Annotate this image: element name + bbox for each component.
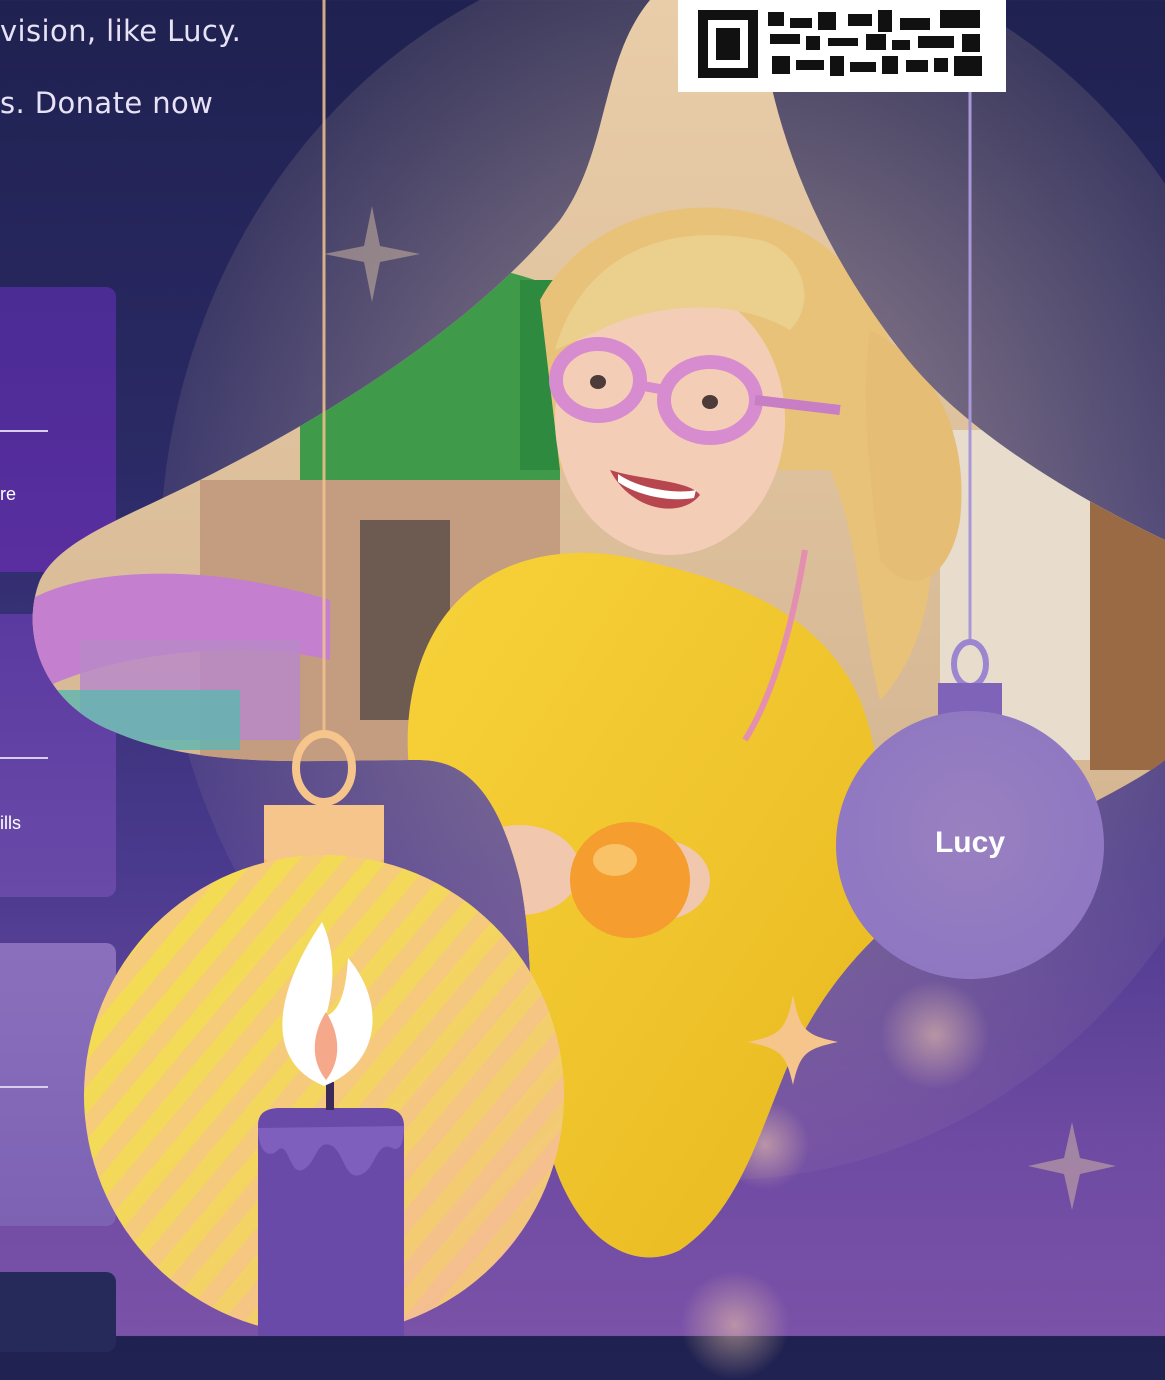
- donation-page: vision, like Lucy. s. Donate now re ills: [0, 0, 1165, 1380]
- lucy-photo-frame: [32, 0, 1165, 1336]
- candle-icon: [258, 1082, 404, 1336]
- ornament-name-label: Lucy: [934, 826, 1006, 859]
- qr-code-icon[interactable]: [678, 0, 1006, 92]
